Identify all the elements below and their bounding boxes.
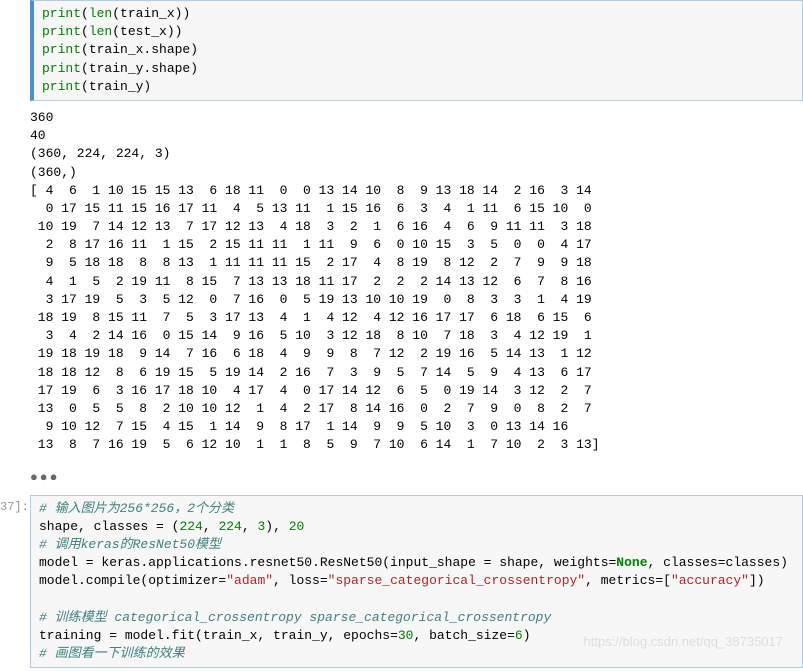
- code-cell-2: 37]: # 输入图片为256*256，2个分类 shape, classes …: [0, 495, 803, 671]
- code-input-2[interactable]: # 输入图片为256*256，2个分类 shape, classes = (22…: [30, 495, 803, 669]
- comment-line: # 调用keras的ResNet50模型: [39, 537, 221, 552]
- print-fn: print: [42, 6, 81, 21]
- cell-prompt-1: [0, 0, 30, 103]
- comment-line: # 输入图片为256*256，2个分类: [39, 501, 234, 516]
- code-input-1[interactable]: print(len(train_x)) print(len(test_x)) p…: [30, 0, 803, 101]
- comment-line: # 训练模型 categorical_crossentropy sparse_c…: [39, 610, 551, 625]
- comment-line: # 画图看一下训练的效果: [39, 646, 185, 661]
- code-cell-1: print(len(train_x)) print(len(test_x)) p…: [0, 0, 803, 103]
- output-cell-1: 360 40 (360, 224, 224, 3) (360,) [ 4 6 1…: [0, 103, 803, 461]
- cell-prompt-2: 37]:: [0, 495, 30, 671]
- len-fn: len: [89, 6, 112, 21]
- collapsed-indicator[interactable]: ●●●: [0, 461, 803, 495]
